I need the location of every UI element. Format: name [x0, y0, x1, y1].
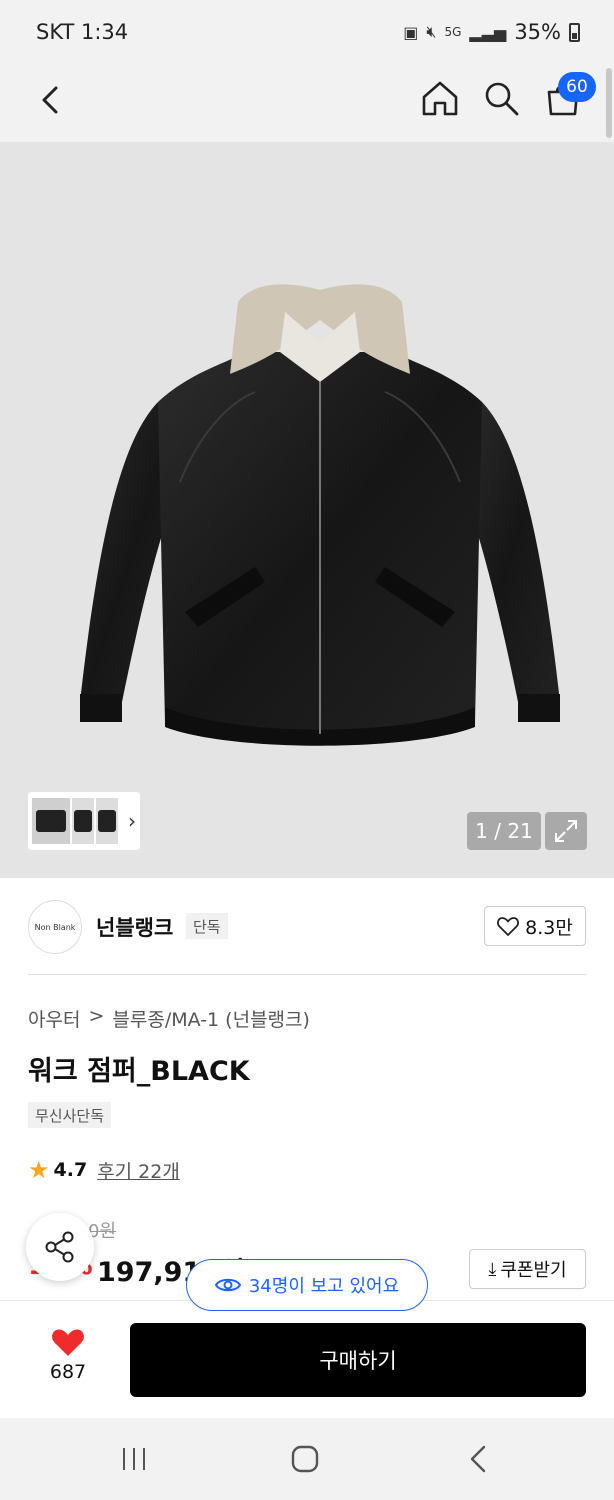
battery-percent: 35%	[514, 20, 561, 44]
rating-row: ★ 4.7 후기 22개	[28, 1156, 180, 1184]
breadcrumb: 아우터 > 블루종/MA-1 (넌블랭크)	[28, 1005, 310, 1032]
bottom-action-bar: 687 구매하기	[0, 1300, 614, 1418]
coupon-button[interactable]: ⤓ 쿠폰받기	[469, 1249, 586, 1289]
share-icon	[45, 1231, 74, 1263]
status-icons: ▣ 🔇︎ 5G ▂▃▅ 35%	[403, 20, 580, 44]
viewers-text: 34명이 보고 있어요	[248, 1276, 400, 1297]
heart-outline-icon	[497, 917, 520, 936]
thumbnail-1[interactable]	[32, 798, 70, 844]
brand-exclusive-tag: 단독	[186, 913, 228, 939]
brand-row: Non Blank 넌블랭크 단독 8.3만	[0, 878, 614, 974]
search-icon	[485, 82, 519, 116]
home-button[interactable]	[420, 78, 460, 118]
signal-icon: ▂▃▅	[469, 22, 507, 42]
expand-icon	[555, 820, 577, 842]
thumbnail-strip[interactable]: ›	[28, 792, 140, 850]
home-icon	[422, 81, 458, 116]
system-nav-bar	[0, 1418, 614, 1500]
brand-logo[interactable]: Non Blank	[28, 900, 82, 954]
cart-count-badge: 60	[558, 72, 596, 102]
image-page-counter: 1 / 21	[467, 812, 541, 850]
product-title: 워크 점퍼_BLACK	[28, 1056, 250, 1087]
scrollbar-thumb[interactable]	[606, 68, 612, 138]
divider	[28, 974, 586, 975]
product-image	[80, 284, 560, 746]
brand-name[interactable]: 넌블랭크	[96, 912, 173, 942]
share-button[interactable]	[26, 1213, 94, 1281]
brand-like-button[interactable]: 8.3만	[484, 906, 586, 946]
breadcrumb-separator: >	[88, 1005, 105, 1027]
system-back-icon[interactable]	[466, 1444, 490, 1474]
brand-like-count: 8.3만	[525, 916, 573, 939]
wishlist-count: 687	[49, 1361, 87, 1383]
status-time: SKT 1:34	[36, 20, 129, 44]
chevron-right-icon[interactable]: ›	[128, 809, 136, 833]
status-bar: SKT 1:34 ▣ 🔇︎ 5G ▂▃▅ 35%	[0, 0, 614, 64]
thumbnail-3[interactable]	[96, 798, 118, 844]
system-home-icon[interactable]	[290, 1444, 320, 1474]
reviews-link[interactable]: 후기 22개	[97, 1157, 180, 1184]
back-icon	[42, 86, 58, 114]
coupon-label: 쿠폰받기	[500, 1260, 567, 1281]
search-button[interactable]	[481, 78, 521, 118]
download-icon: ⤓	[488, 1258, 497, 1280]
back-button[interactable]	[32, 80, 72, 120]
exclusive-badge: 무신사단독	[28, 1102, 112, 1128]
app-header: 60	[0, 64, 614, 142]
rating-value: 4.7	[53, 1159, 88, 1181]
product-image-gallery[interactable]: › 1 / 21	[0, 142, 614, 878]
network-type: 5G	[444, 25, 462, 39]
eye-icon	[214, 1278, 241, 1292]
wishlist-button[interactable]: 687	[36, 1327, 100, 1387]
heart-filled-icon	[52, 1329, 84, 1356]
recent-apps-icon[interactable]	[120, 1446, 148, 1472]
viewers-pill[interactable]: 34명이 보고 있어요	[186, 1259, 428, 1311]
battery-icon	[569, 22, 580, 42]
mute-icon: 🔇︎	[426, 22, 437, 41]
breadcrumb-category[interactable]: 아우터	[28, 1005, 80, 1032]
buy-button[interactable]: 구매하기	[130, 1323, 586, 1397]
fullscreen-button[interactable]	[545, 812, 587, 850]
battery-saver-icon: ▣	[403, 22, 419, 42]
breadcrumb-subcategory[interactable]: 블루종/MA-1 (넌블랭크)	[112, 1005, 310, 1032]
thumbnail-2[interactable]	[72, 798, 94, 844]
star-icon: ★	[28, 1156, 50, 1184]
